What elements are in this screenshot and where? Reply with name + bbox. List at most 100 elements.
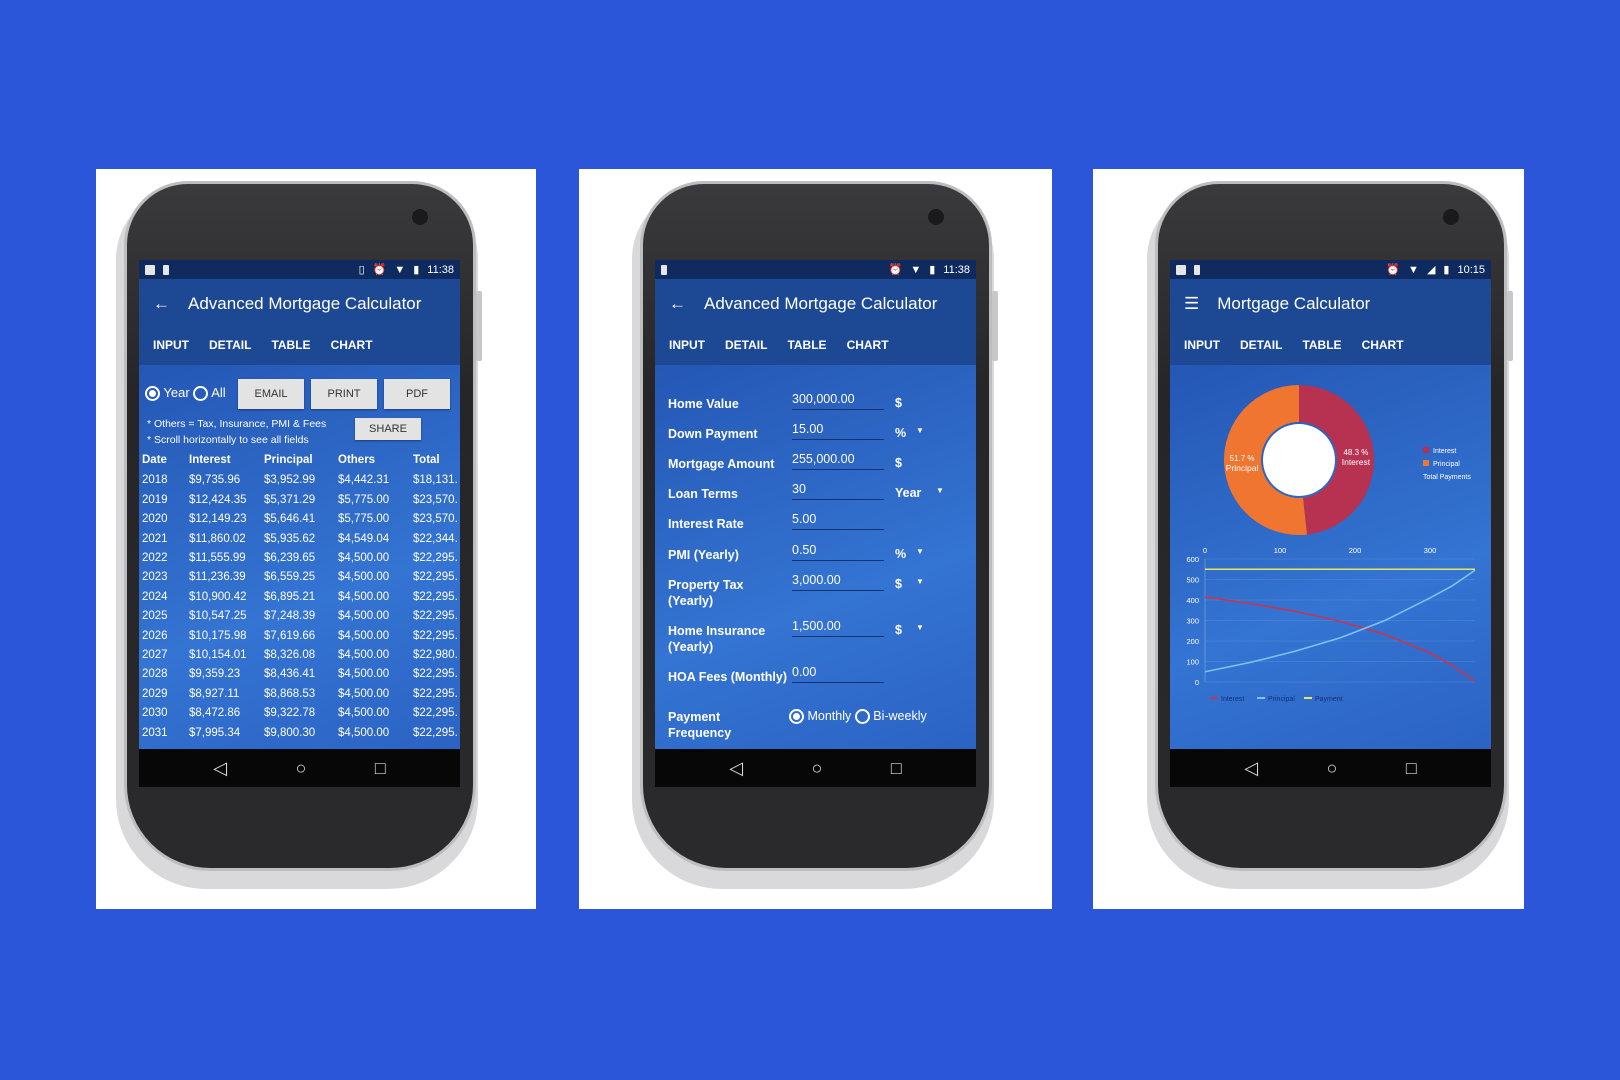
charts-svg: 48.3 %Interest51.7 %PrincipalInterestPri… <box>1186 385 1476 703</box>
field-input[interactable]: 3,000.00 <box>792 573 884 591</box>
tab-table[interactable]: TABLE <box>261 329 321 369</box>
cell: $5,371.29 <box>264 493 316 506</box>
radio-monthly[interactable] <box>789 709 804 725</box>
tab-input[interactable]: INPUT <box>1174 329 1230 365</box>
cell: 2030 <box>142 707 168 720</box>
home-circle-icon[interactable]: ○ <box>296 758 307 779</box>
field-unit[interactable]: % <box>895 426 906 440</box>
radio-biweekly-label: Bi-weekly <box>873 709 927 723</box>
nav-bar: ◁ ○ □ <box>139 749 460 787</box>
cell: $7,619.66 <box>264 629 316 642</box>
print-button[interactable]: PRINT <box>311 379 377 409</box>
field-unit: $ <box>895 396 902 410</box>
cell: $5,646.41 <box>264 513 316 526</box>
cell: $8,326.08 <box>264 649 316 661</box>
back-triangle-icon[interactable]: ◁ <box>213 758 227 779</box>
tab-table[interactable]: TABLE <box>777 329 836 365</box>
field-input[interactable]: 0.00 <box>792 665 884 683</box>
field-input[interactable]: 5.00 <box>792 512 884 530</box>
field-input[interactable]: 300,000.00 <box>792 392 884 410</box>
y-tick-label: 200 <box>1186 637 1199 646</box>
back-triangle-icon[interactable]: ◁ <box>729 758 743 779</box>
screen-table: ▯ ⏰ ▼ ▮ 11:38 ← Advanced Mortgage Calculator… <box>139 260 460 787</box>
field-label: Mortgage Amount <box>668 457 775 471</box>
field-unit[interactable]: % <box>895 547 906 561</box>
clock: 11:38 <box>427 263 454 276</box>
dropdown-arrow-icon[interactable]: ▼ <box>916 547 924 556</box>
y-tick-label: 300 <box>1186 617 1199 626</box>
radio-year[interactable] <box>145 386 160 402</box>
back-arrow-icon[interactable]: ← <box>669 294 686 314</box>
tab-input[interactable]: INPUT <box>143 329 199 365</box>
field-label: PMI (Yearly) <box>668 548 739 562</box>
battery-icon: ▮ <box>1443 264 1450 276</box>
field-input[interactable]: 255,000.00 <box>792 452 884 470</box>
tab-chart[interactable]: CHART <box>837 329 899 365</box>
cell: 2022 <box>142 552 168 564</box>
y-tick-label: 100 <box>1186 658 1199 667</box>
cell: Total <box>413 454 440 467</box>
app-title: Mortgage Calculator <box>1217 294 1371 313</box>
cell: Others <box>338 454 376 467</box>
camera <box>412 209 428 225</box>
table-row: 2031 $7,995.34 $9,800.30 $4,500.00 $22,295. <box>139 725 460 744</box>
cell: 2019 <box>142 493 168 506</box>
field-unit[interactable]: Year <box>895 486 921 500</box>
dropdown-arrow-icon[interactable]: ▼ <box>916 426 924 435</box>
slice-label: 48.3 % <box>1343 448 1368 457</box>
dropdown-arrow-icon[interactable]: ▼ <box>916 577 924 586</box>
tab-detail[interactable]: DETAIL <box>199 329 261 365</box>
dropdown-arrow-icon[interactable]: ▼ <box>916 623 924 632</box>
cell: $22,295. <box>413 590 458 603</box>
cell: Principal <box>264 454 313 467</box>
table-row: 2026 $10,175.98 $7,619.66 $4,500.00 $22,295. <box>139 628 460 647</box>
dropdown-arrow-icon[interactable]: ▼ <box>936 486 944 495</box>
field-input[interactable]: 30 <box>792 482 884 500</box>
field-input[interactable]: 15.00 <box>792 422 884 440</box>
vibrate-icon: ▯ <box>358 264 365 276</box>
input-form: Home Value 300,000.00 $ Down Payment 15.00% ▼… <box>655 365 976 749</box>
table-row: 2024 $10,900.42 $6,895.21 $4,500.00 $22,295. <box>139 589 460 608</box>
cell: 2028 <box>142 668 168 681</box>
cell: $3,952.99 <box>264 474 316 487</box>
recents-square-icon[interactable]: □ <box>375 758 386 779</box>
cell: $4,442.31 <box>338 474 390 487</box>
tab-chart[interactable]: CHART <box>321 329 383 365</box>
tab-input[interactable]: INPUT <box>659 329 715 369</box>
field-input[interactable]: 0.50 <box>792 543 884 561</box>
menu-icon[interactable]: ☰ <box>1184 294 1199 314</box>
back-arrow-icon[interactable]: ← <box>153 294 170 314</box>
tab-table[interactable]: TABLE <box>1292 329 1351 365</box>
field-input[interactable]: 1,500.00 <box>792 619 884 637</box>
radio-year-label: Year <box>163 385 190 400</box>
cell: $11,555.99 <box>189 552 246 564</box>
radio-biweekly[interactable] <box>854 709 870 725</box>
back-triangle-icon[interactable]: ◁ <box>1244 758 1258 779</box>
pdf-button[interactable]: PDF <box>384 379 450 409</box>
usb-icon <box>661 264 667 275</box>
share-button[interactable]: SHARE <box>355 418 421 440</box>
slice-label: 51.7 % <box>1230 454 1255 463</box>
home-circle-icon[interactable]: ○ <box>812 758 823 779</box>
legend-label: Principal <box>1433 461 1460 468</box>
field-unit[interactable]: $ <box>895 577 902 591</box>
cell: $22,980. <box>413 649 458 661</box>
cell: $22,295. <box>413 687 458 700</box>
email-button[interactable]: EMAIL <box>238 379 304 409</box>
radio-all[interactable] <box>193 386 209 402</box>
home-circle-icon[interactable]: ○ <box>1327 758 1338 779</box>
field-unit[interactable]: $ <box>895 623 902 637</box>
cell: 2020 <box>142 513 168 526</box>
tab-chart[interactable]: CHART <box>1351 329 1414 369</box>
status-bar: ⏰ ▼ ◢ ▮ 10:15 <box>1170 260 1491 279</box>
phone-table: ▯ ⏰ ▼ ▮ 11:38 ← Advanced Mortgage Calculator… <box>116 181 482 889</box>
y-tick-label: 500 <box>1186 576 1199 585</box>
recents-square-icon[interactable]: □ <box>1406 758 1417 779</box>
tab-detail[interactable]: DETAIL <box>1230 329 1292 365</box>
cell: $6,239.65 <box>264 552 316 564</box>
recents-square-icon[interactable]: □ <box>891 758 902 779</box>
cell: $7,248.39 <box>264 610 316 623</box>
tab-detail[interactable]: DETAIL <box>715 329 777 365</box>
cell: 2031 <box>142 726 168 739</box>
cell: $4,549.04 <box>338 532 390 545</box>
